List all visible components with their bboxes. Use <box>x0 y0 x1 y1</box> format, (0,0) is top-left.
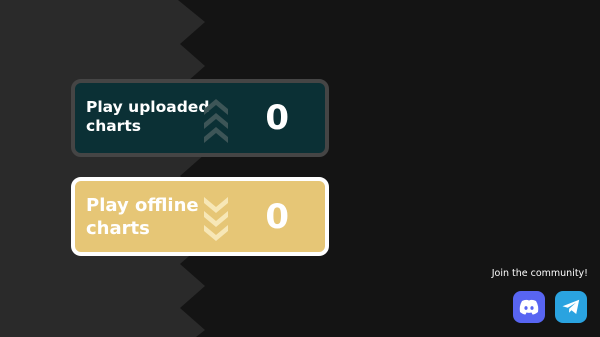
telegram-icon <box>562 299 580 314</box>
play-offline-charts-button[interactable]: Play offline charts 0 <box>71 177 329 256</box>
discord-icon <box>519 299 539 315</box>
discord-button[interactable] <box>513 291 545 323</box>
zigzag-background-panel <box>0 0 205 337</box>
telegram-button[interactable] <box>555 291 587 323</box>
join-community-label: Join the community! <box>491 268 588 279</box>
play-uploaded-charts-button[interactable]: Play uploaded charts 0 <box>71 79 329 157</box>
offline-charts-count: 0 <box>265 197 289 237</box>
uploaded-charts-count: 0 <box>265 98 289 138</box>
chevrons-down-icon <box>204 197 228 241</box>
game-menu-screen: Play uploaded charts 0 Play offline char… <box>0 0 600 337</box>
play-offline-charts-label: Play offline charts <box>86 195 199 239</box>
play-uploaded-charts-label: Play uploaded charts <box>86 98 210 136</box>
chevrons-up-icon <box>204 99 228 143</box>
